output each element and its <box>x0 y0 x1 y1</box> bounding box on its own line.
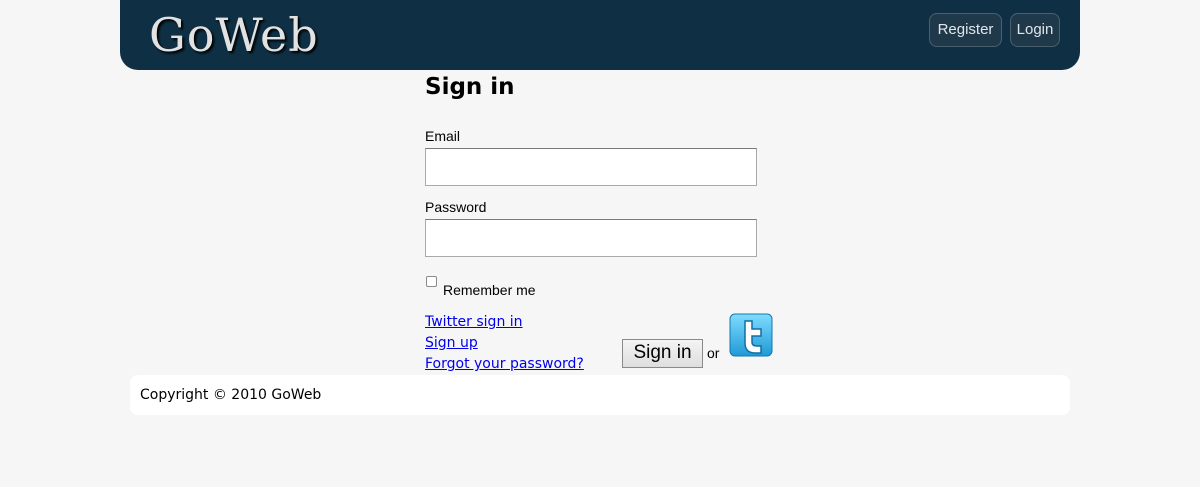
password-field[interactable] <box>425 219 757 257</box>
remember-me-checkbox[interactable] <box>426 276 437 287</box>
remember-me-label: Remember me <box>443 282 536 298</box>
email-label: Email <box>425 128 461 144</box>
email-field[interactable] <box>425 148 757 186</box>
page-title: Sign in <box>425 74 515 100</box>
site-footer: Copyright © 2010 GoWeb <box>130 375 1070 415</box>
password-label: Password <box>425 199 487 215</box>
twitter-signin-link[interactable]: Twitter sign in <box>425 314 523 330</box>
site-header: GoWeb Register Login <box>120 0 1080 70</box>
twitter-bird-icon[interactable] <box>729 313 773 357</box>
forgot-password-link[interactable]: Forgot your password? <box>425 356 584 372</box>
copyright-text: Copyright © 2010 GoWeb <box>140 387 322 403</box>
or-separator: or <box>707 345 720 361</box>
login-button[interactable]: Login <box>1010 13 1060 47</box>
sign-in-button[interactable]: Sign in <box>622 339 703 368</box>
register-button[interactable]: Register <box>929 13 1002 47</box>
signup-link[interactable]: Sign up <box>425 335 478 351</box>
site-logo[interactable]: GoWeb <box>149 8 319 63</box>
